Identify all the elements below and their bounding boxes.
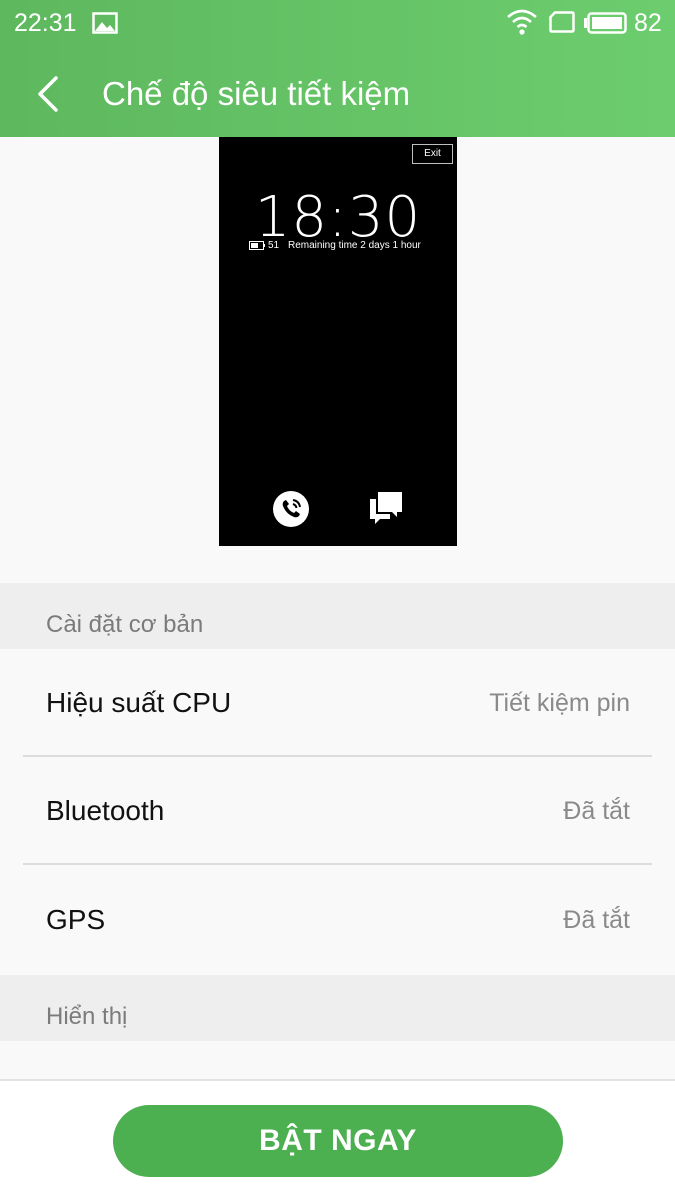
lockscreen-preview: Exit 18:30 51 Remaining time 2 days 1 ho… xyxy=(219,137,457,546)
app-header: 22:31 82 Chế độ siêu tiết kiệm xyxy=(0,0,675,137)
divider xyxy=(23,863,652,865)
back-arrow-icon[interactable] xyxy=(34,74,64,114)
section-header-display: Hiển thị xyxy=(0,975,675,1041)
section-title-basic: Cài đặt cơ bản xyxy=(46,611,204,638)
section-header-basic: Cài đặt cơ bản xyxy=(0,583,675,649)
setting-value-bluetooth: Đã tắt xyxy=(563,797,630,825)
preview-battery-level: 51 xyxy=(268,240,280,251)
preview-remaining-time: Remaining time 2 days 1 hour xyxy=(288,240,421,251)
chat-icon xyxy=(370,492,402,524)
phone-icon xyxy=(273,491,309,527)
setting-row-gps[interactable]: GPS Đã tắt xyxy=(0,866,675,974)
setting-label-bluetooth: Bluetooth xyxy=(46,795,165,826)
setting-row-bluetooth[interactable]: Bluetooth Đã tắt xyxy=(0,757,675,865)
page-title: Chế độ siêu tiết kiệm xyxy=(102,75,411,112)
image-icon xyxy=(92,12,118,34)
setting-row-cpu[interactable]: Hiệu suất CPU Tiết kiệm pin xyxy=(0,649,675,757)
navigation-bar: Chế độ siêu tiết kiệm xyxy=(0,52,675,137)
battery-icon xyxy=(584,12,627,34)
setting-label-cpu: Hiệu suất CPU xyxy=(46,687,232,718)
setting-value-gps: Đã tắt xyxy=(563,906,630,934)
status-time: 22:31 xyxy=(14,9,77,37)
preview-battery-icon xyxy=(249,241,265,250)
setting-label-gps: GPS xyxy=(46,904,106,935)
setting-value-cpu: Tiết kiệm pin xyxy=(489,689,630,717)
bottom-action-bar: BẬT NGAY xyxy=(0,1079,675,1200)
wifi-icon xyxy=(507,9,537,35)
sim-icon xyxy=(549,11,575,33)
preview-exit-button: Exit xyxy=(412,144,453,164)
enable-now-button[interactable]: BẬT NGAY xyxy=(113,1105,563,1177)
section-title-display: Hiển thị xyxy=(46,1003,128,1030)
battery-percentage: 82 xyxy=(634,9,662,37)
status-bar: 22:31 82 xyxy=(0,0,675,46)
